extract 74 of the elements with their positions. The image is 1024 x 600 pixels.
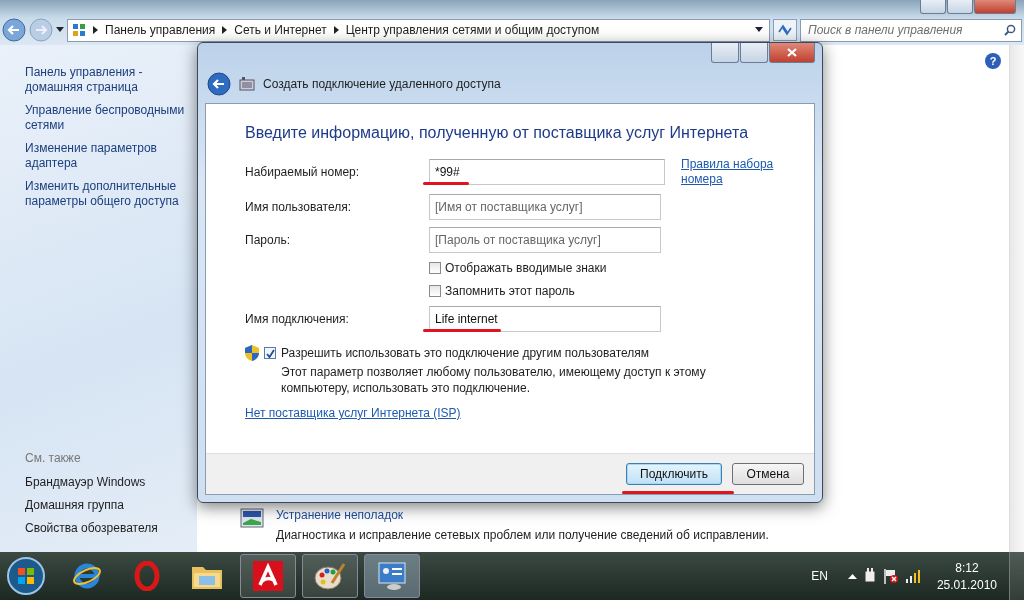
scrollbar[interactable] [1009,45,1024,552]
checkbox-label[interactable]: Разрешить использовать это подключение другим пользователям [281,346,649,360]
input-field[interactable]: [Имя от поставщика услуг] [429,194,661,220]
show-desktop-button[interactable] [1009,552,1024,600]
globe-icon [72,561,102,591]
language-indicator[interactable]: EN [811,569,828,583]
clock-time[interactable]: 8:12 [955,560,979,575]
clock-date[interactable]: 25.01.2010 [936,577,997,592]
checkbox-description: Этот параметр позволяет любому пользователю, имеющему доступ к этому компьютеру, использовать это подключение. [280,364,707,396]
checkbox-label[interactable]: Отображать вводимые знаки [445,261,607,275]
field-label: Набираемый номер: [245,164,361,181]
sidebar-link[interactable]: Управление беспроводными сетями [25,103,193,133]
dropdown-icon[interactable] [56,27,64,33]
panel-icon [377,561,407,591]
sidebar-link[interactable]: Панель управления - домашняя страница [25,65,193,95]
minimize-button[interactable] [920,0,946,14]
back-button[interactable] [207,72,231,96]
checkbox[interactable] [429,262,441,274]
address-bar[interactable]: Панель управления Сеть и Интернет Центр управления сетями и общим доступом [67,18,770,42]
close-icon [787,48,797,57]
dialog-button[interactable]: Отмена [732,463,804,485]
checkbox[interactable] [264,347,276,359]
section-title: См. также [25,451,82,465]
start-button[interactable] [6,556,46,596]
close-button[interactable] [769,43,815,63]
ring-icon [134,561,160,591]
caret-up-icon[interactable] [847,573,857,579]
search-icon [1004,24,1016,36]
power-plug-icon[interactable] [862,568,877,584]
flag-error-icon[interactable] [882,568,899,584]
back-button[interactable] [2,18,26,42]
minimize-button[interactable] [711,43,739,63]
checkbox-label[interactable]: Запомнить этот пароль [445,284,575,298]
field-label: Имя подключения: [245,311,350,328]
refresh-button[interactable] [773,19,797,41]
input-field[interactable]: [Пароль от поставщика услуг] [429,227,661,253]
input-field[interactable]: Life internet [429,306,661,332]
sidebar-link[interactable]: Брандмауэр Windows [25,475,193,490]
checkbox[interactable] [429,285,441,297]
dialog-title: Создать подключение удаленного доступа [263,77,501,91]
help-button[interactable]: ? [985,53,1001,69]
maximize-button[interactable] [947,0,973,14]
dropdown-icon[interactable] [755,27,763,33]
taskbar-button[interactable] [302,554,358,598]
input-field[interactable]: *99# [429,159,665,185]
sidebar-link[interactable]: Свойства обозревателя [25,521,193,536]
chevron-icon [222,26,228,34]
maximize-button[interactable] [740,43,768,63]
shield-icon [245,345,259,361]
chevron-icon [333,26,339,34]
taskbar-button[interactable] [240,554,296,598]
phone-modem-icon [239,77,255,91]
dialog-button[interactable]: Подключить [626,463,722,485]
breadcrumb-item[interactable]: Сеть и Интернет [234,23,327,37]
signal-bars-icon[interactable] [904,569,921,583]
troubleshoot-description: Диагностика и исправление сетевых проблем или получение сведений об исправлении. [276,528,769,542]
no-isp-link[interactable]: Нет поставщика услуг Интернета (ISP) [245,406,461,420]
field-label: Имя пользователя: [245,199,353,216]
arch-icon [253,561,283,591]
taskbar-button[interactable] [364,554,420,598]
sidebar-link[interactable]: Изменение параметров адаптера [25,141,193,171]
search-field[interactable]: Поиск в панели управления [800,18,1022,42]
dial-rules-link[interactable]: Правила набора номера [665,157,775,187]
troubleshoot-link[interactable]: Устранение неполадок [276,508,769,522]
network-monitor-icon [240,508,264,530]
dialog-heading: Введите информацию, полученную от поставщика услуг Интернета [245,124,750,142]
breadcrumb-item[interactable]: Центр управления сетями и общим доступом [345,23,600,37]
palette-icon [314,561,346,591]
control-panel-icon [72,23,86,37]
sidebar-link[interactable]: Домашняя группа [25,498,193,513]
breadcrumb-item[interactable]: Панель управления [105,23,216,37]
chevron-icon [93,26,98,34]
field-label: Пароль: [245,232,291,249]
sidebar-link[interactable]: Изменить дополнительные параметры общего доступа [25,179,193,209]
